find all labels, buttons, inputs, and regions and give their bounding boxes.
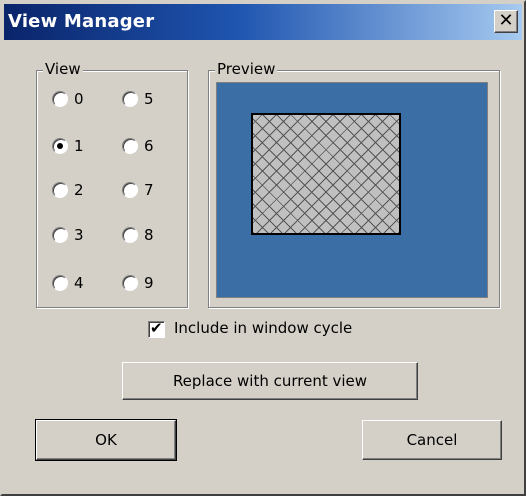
title-bar[interactable]: View Manager ✕ [4, 4, 522, 40]
radio-view-5[interactable]: 5 [122, 90, 154, 108]
radio-button-selected[interactable] [52, 138, 68, 154]
radio-label: 1 [74, 137, 84, 155]
radio-label: 4 [74, 274, 84, 292]
radio-label: 6 [144, 137, 154, 155]
view-manager-window: View Manager ✕ View 0 1 2 3 4 5 6 7 8 9 … [0, 0, 526, 496]
radio-view-4[interactable]: 4 [52, 274, 84, 292]
radio-button[interactable] [122, 182, 138, 198]
radio-button[interactable] [122, 227, 138, 243]
close-button[interactable]: ✕ [494, 10, 518, 33]
ok-button-label: OK [95, 431, 117, 449]
radio-button[interactable] [52, 91, 68, 107]
radio-view-8[interactable]: 8 [122, 226, 154, 244]
radio-button[interactable] [122, 275, 138, 291]
preview-group-label: Preview [215, 60, 278, 78]
radio-view-7[interactable]: 7 [122, 181, 154, 199]
ok-button[interactable]: OK [35, 419, 177, 461]
cancel-button-label: Cancel [406, 431, 458, 449]
preview-area [216, 82, 488, 298]
replace-with-current-view-button[interactable]: Replace with current view [122, 362, 418, 400]
radio-button[interactable] [52, 182, 68, 198]
radio-label: 8 [144, 226, 154, 244]
window-title: View Manager [8, 11, 155, 32]
radio-view-3[interactable]: 3 [52, 226, 84, 244]
radio-view-2[interactable]: 2 [52, 181, 84, 199]
radio-label: 7 [144, 181, 154, 199]
radio-view-0[interactable]: 0 [52, 90, 84, 108]
radio-view-6[interactable]: 6 [122, 137, 154, 155]
radio-view-1[interactable]: 1 [52, 137, 84, 155]
replace-button-label: Replace with current view [172, 372, 368, 390]
radio-button[interactable] [122, 91, 138, 107]
checkmark-icon: ✔ [150, 319, 163, 337]
radio-label: 5 [144, 90, 154, 108]
radio-button[interactable] [52, 227, 68, 243]
radio-label: 0 [74, 90, 84, 108]
radio-label: 2 [74, 181, 84, 199]
view-group-label: View [43, 60, 83, 78]
cancel-button[interactable]: Cancel [362, 420, 502, 460]
include-cycle-label[interactable]: Include in window cycle [174, 319, 352, 337]
view-rectangle[interactable] [251, 113, 401, 235]
radio-button[interactable] [122, 138, 138, 154]
radio-button[interactable] [52, 275, 68, 291]
radio-view-9[interactable]: 9 [122, 274, 154, 292]
radio-label: 3 [74, 226, 84, 244]
close-icon: ✕ [498, 10, 514, 31]
radio-label: 9 [144, 274, 154, 292]
include-cycle-checkbox[interactable]: ✔ [148, 319, 165, 338]
